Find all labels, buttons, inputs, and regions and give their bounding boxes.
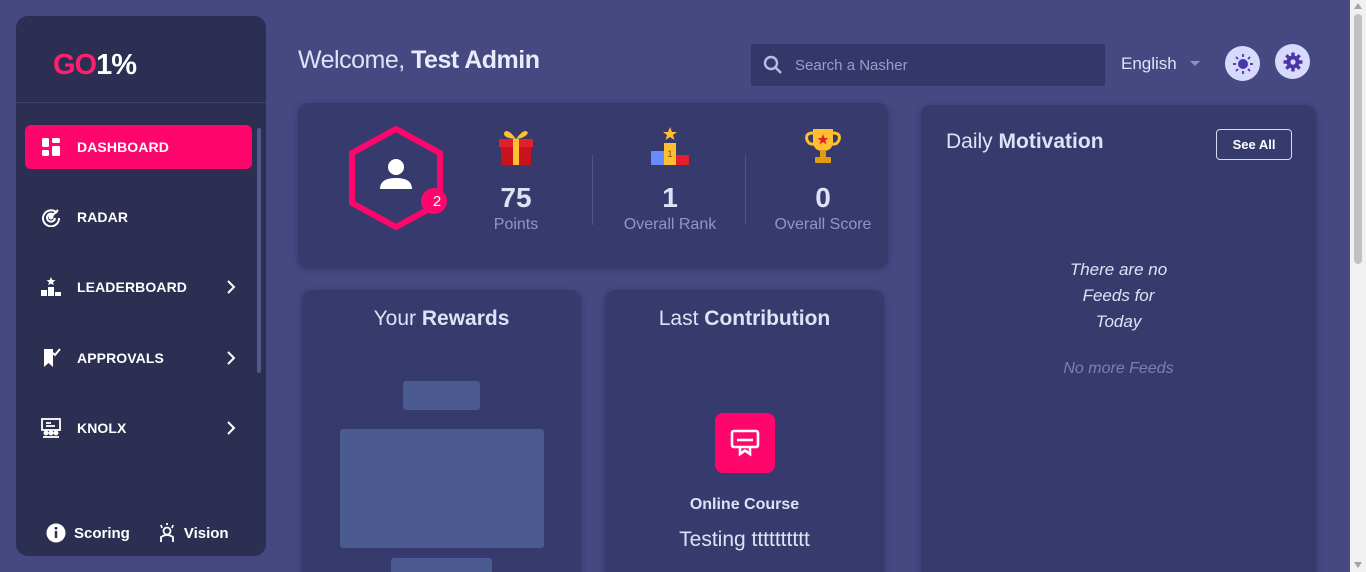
dashboard-icon: [41, 137, 61, 157]
stats-card: 2 75 Points 1 1 Overall Rank 0 Overall S…: [298, 103, 888, 267]
search-icon: [763, 55, 782, 74]
caret-down-icon: [1189, 61, 1200, 66]
gear-icon: [1283, 52, 1302, 71]
page-scrollbar[interactable]: [1350, 0, 1366, 572]
contribution-type: Online Course: [689, 496, 800, 513]
last-contribution-card: Last Contribution Online Course Testing …: [605, 290, 884, 572]
contribution-title-bold: Contribution: [704, 307, 831, 330]
vision-icon: [159, 523, 174, 542]
app-logo[interactable]: GO1%: [16, 16, 266, 103]
score-stat: 0 Overall Score: [753, 125, 893, 234]
motivation-title-bold: Motivation: [998, 130, 1104, 153]
sidebar-item-knolx[interactable]: KNOLX: [25, 406, 252, 450]
chevron-right-icon: [227, 351, 236, 365]
logo-go: GO: [53, 49, 97, 81]
sidebar-item-label: APPROVALS: [77, 350, 164, 366]
divider: [745, 155, 746, 225]
theme-toggle-button[interactable]: [1225, 46, 1260, 81]
points-value: 75: [500, 182, 532, 213]
logo-percent: 1%: [96, 49, 137, 81]
sidebar-item-approvals[interactable]: APPROVALS: [25, 336, 252, 380]
empty-line: Feeds for: [1082, 286, 1155, 305]
chevron-right-icon: [227, 280, 236, 294]
vision-link[interactable]: Vision: [158, 523, 229, 543]
podium-icon: 1: [651, 127, 689, 165]
info-icon: [46, 523, 66, 543]
sidebar-item-label: RADAR: [77, 209, 129, 225]
scroll-up-arrow-icon[interactable]: [1354, 3, 1362, 9]
sidebar-item-label: DASHBOARD: [77, 139, 169, 155]
sidebar-item-dashboard[interactable]: DASHBOARD: [25, 125, 252, 169]
reward-skeleton-caption: [391, 558, 492, 572]
rank-value: 1: [662, 182, 678, 213]
user-icon: [380, 159, 412, 189]
trophy-icon: [805, 129, 841, 163]
daily-motivation-card: Daily Motivation See All There are no Fe…: [921, 105, 1316, 572]
approvals-icon: [41, 348, 61, 368]
no-more-feeds: No more Feeds: [1063, 360, 1174, 377]
sidebar-footer: Scoring Vision: [46, 523, 229, 543]
rewards-title-prefix: Your: [373, 307, 417, 330]
language-value: English: [1121, 54, 1177, 73]
reward-skeleton-label: [403, 381, 480, 410]
empty-line: Today: [1095, 312, 1142, 331]
online-course-icon: [715, 413, 775, 473]
motivation-title-prefix: Daily: [946, 130, 993, 153]
scroll-down-arrow-icon[interactable]: [1354, 562, 1362, 568]
rewards-title-bold: Rewards: [421, 307, 510, 330]
sidebar-scrollbar[interactable]: [257, 128, 261, 373]
sidebar-item-label: LEADERBOARD: [77, 279, 187, 295]
radar-icon: [41, 207, 61, 227]
vision-label: Vision: [183, 524, 229, 542]
sidebar: GO1% DASHBOARD RADAR LEADERBOARD APPROVA…: [16, 16, 266, 556]
see-all-button[interactable]: See All: [1216, 129, 1292, 160]
empty-feeds-message: There are no Feeds for Today: [921, 257, 1316, 335]
scoring-label: Scoring: [74, 524, 130, 542]
gift-icon: [499, 131, 533, 165]
search-input[interactable]: [795, 56, 1085, 74]
points-label: Points: [493, 216, 539, 233]
sidebar-item-leaderboard[interactable]: LEADERBOARD: [25, 265, 252, 309]
settings-button[interactable]: [1275, 44, 1310, 79]
knolx-icon: [41, 418, 61, 438]
leaderboard-icon: [41, 277, 61, 297]
sidebar-item-radar[interactable]: RADAR: [25, 195, 252, 239]
divider: [592, 155, 593, 225]
score-label: Overall Score: [774, 216, 872, 233]
score-value: 0: [815, 182, 831, 213]
points-stat: 75 Points: [446, 125, 586, 234]
search-bar[interactable]: [751, 44, 1105, 86]
sidebar-item-label: KNOLX: [77, 420, 127, 436]
chevron-right-icon: [227, 421, 236, 435]
welcome-prefix: Welcome,: [298, 46, 405, 74]
user-name: Test Admin: [411, 46, 540, 74]
scrollbar-thumb[interactable]: [1354, 14, 1362, 264]
scoring-link[interactable]: Scoring: [46, 523, 130, 543]
language-select[interactable]: English: [1121, 54, 1201, 74]
contribution-name[interactable]: Testing tttttttttt: [605, 528, 884, 552]
contribution-title-prefix: Last: [658, 307, 699, 330]
svg-text:1: 1: [667, 149, 672, 159]
welcome-message: Welcome, Test Admin: [298, 46, 540, 75]
rank-label: Overall Rank: [623, 216, 717, 233]
reward-skeleton-image: [340, 429, 544, 548]
contribution-title: Last Contribution: [605, 307, 884, 331]
motivation-title: Daily Motivation: [946, 130, 1104, 154]
rewards-card: Your Rewards: [302, 290, 581, 572]
empty-line: There are no: [1069, 260, 1168, 279]
rewards-title: Your Rewards: [302, 307, 581, 331]
sun-icon: [1232, 53, 1253, 74]
profile-hexagon: [349, 126, 447, 230]
rank-stat: 1 1 Overall Rank: [600, 125, 740, 234]
